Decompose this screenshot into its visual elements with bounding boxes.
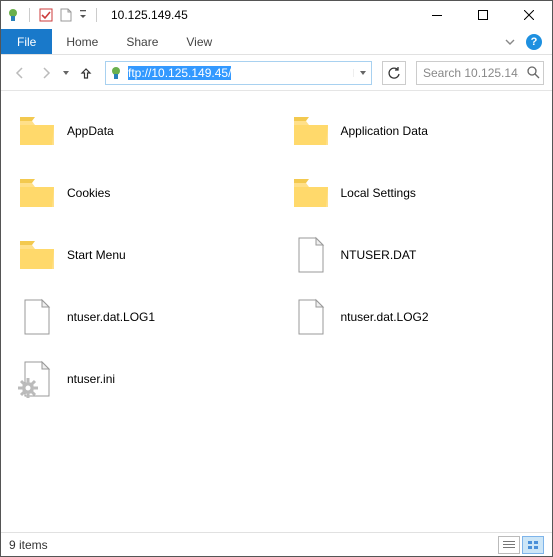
qat-file-icon[interactable] [58,7,74,23]
item-label: Local Settings [341,186,416,200]
item-label: Start Menu [67,248,126,262]
list-item[interactable]: Local Settings [291,171,545,215]
item-label: AppData [67,124,114,138]
address-bar[interactable] [105,61,372,85]
tab-home[interactable]: Home [52,29,112,54]
list-item[interactable]: Application Data [291,109,545,153]
tab-view[interactable]: View [172,29,226,54]
item-label: Application Data [341,124,428,138]
tab-share[interactable]: Share [112,29,172,54]
list-item[interactable]: ntuser.dat.LOG2 [291,295,545,339]
refresh-button[interactable] [382,61,406,85]
address-icon [106,66,126,80]
search-icon [525,66,543,79]
address-dropdown-icon[interactable] [353,69,371,77]
search-box[interactable] [416,61,544,85]
folder-icon [17,111,57,151]
item-label: Cookies [67,186,110,200]
maximize-button[interactable] [460,1,506,29]
search-input[interactable] [417,66,525,80]
back-button[interactable] [9,60,31,86]
item-label: ntuser.dat.LOG1 [67,310,155,324]
content-area: AppData Application Data Cookies Local Sett… [1,91,552,532]
tab-file[interactable]: File [1,29,52,54]
ribbon-tabs: File Home Share View ? [1,29,552,55]
list-item[interactable]: ntuser.dat.LOG1 [17,295,271,339]
folder-icon [17,235,57,275]
folder-icon [291,111,331,151]
recent-dropdown[interactable] [61,69,71,77]
file-icon [291,297,331,337]
item-label: ntuser.ini [67,372,115,386]
view-icons-button[interactable] [522,536,544,554]
view-details-button[interactable] [498,536,520,554]
folder-icon [17,173,57,213]
nav-bar [1,55,552,91]
list-item[interactable]: Start Menu [17,233,271,277]
window-title: 10.125.149.45 [105,8,414,22]
address-input[interactable] [126,62,353,84]
title-bar: 10.125.149.45 [1,1,552,29]
file-icon [17,297,57,337]
folder-icon [291,173,331,213]
list-item[interactable]: NTUSER.DAT [291,233,545,277]
item-count: 9 items [9,538,48,552]
list-item[interactable]: Cookies [17,171,271,215]
file-icon [291,235,331,275]
qat-dropdown-icon[interactable] [78,7,88,23]
forward-button[interactable] [35,60,57,86]
ini-file-icon [17,359,57,399]
list-item[interactable]: AppData [17,109,271,153]
qat-checkbox-icon[interactable] [38,7,54,23]
help-button[interactable]: ? [526,34,542,50]
item-label: ntuser.dat.LOG2 [341,310,429,324]
item-label: NTUSER.DAT [341,248,417,262]
status-bar: 9 items [1,532,552,556]
up-button[interactable] [75,60,97,86]
ribbon-collapse-icon[interactable] [502,34,518,50]
minimize-button[interactable] [414,1,460,29]
close-button[interactable] [506,1,552,29]
app-icon [5,7,21,23]
list-item[interactable]: ntuser.ini [17,357,271,401]
